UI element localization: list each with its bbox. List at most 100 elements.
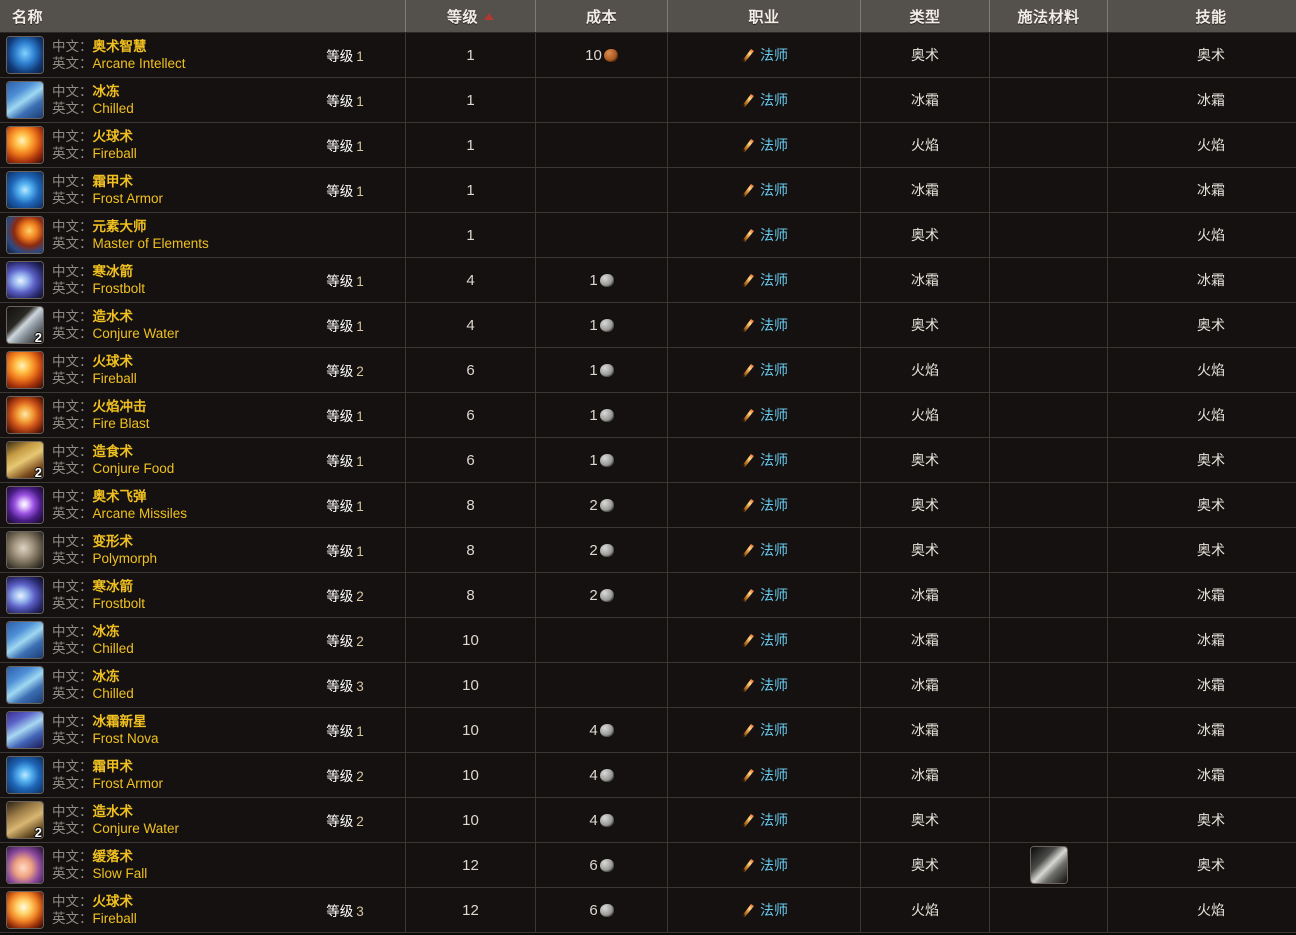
cell-class[interactable]: 法师: [667, 707, 861, 753]
fireball-icon[interactable]: [6, 351, 44, 389]
table-row[interactable]: 中文：火球术 英文：Fireball 等级 2 6 1 法师 火焰 火焰: [0, 347, 1296, 393]
cell-class[interactable]: 法师: [667, 842, 861, 888]
arcane-intellect-icon[interactable]: [6, 36, 44, 74]
cell-class[interactable]: 法师: [667, 77, 861, 123]
class-name: 法师: [760, 406, 788, 423]
cell-spell-name[interactable]: 中文：火焰冲击 英文：Fire Blast 等级 1: [0, 392, 406, 438]
cell-spell-name[interactable]: 中文：奥术智慧 英文：Arcane Intellect 等级 1: [0, 32, 406, 78]
frost-armor-icon[interactable]: [6, 171, 44, 209]
frostbolt-icon[interactable]: [6, 261, 44, 299]
arcane-missiles-icon[interactable]: [6, 486, 44, 524]
table-row[interactable]: 中文：变形术 英文：Polymorph 等级 1 8 2 法师 奥术 奥术: [0, 527, 1296, 573]
cell-class[interactable]: 法师: [667, 257, 861, 303]
table-row[interactable]: 中文：元素大师 英文：Master of Elements 1 法师 奥术 火焰: [0, 212, 1296, 258]
cell-spell-name[interactable]: 中文：冰冻 英文：Chilled 等级 2: [0, 617, 406, 663]
column-header-skill[interactable]: 技能: [1107, 0, 1296, 33]
table-row[interactable]: 中文：寒冰箭 英文：Frostbolt 等级 2 8 2 法师 冰霜 冰霜: [0, 572, 1296, 618]
cell-class[interactable]: 法师: [667, 212, 861, 258]
cell-class[interactable]: 法师: [667, 437, 861, 483]
cell-class[interactable]: 法师: [667, 32, 861, 78]
spell-name-wrapper: 中文：奥术飞弹 英文：Arcane Missiles 等级 1: [6, 486, 399, 524]
cell-class[interactable]: 法师: [667, 797, 861, 843]
chilled-icon[interactable]: [6, 81, 44, 119]
skill-value: 奥术: [1197, 857, 1225, 873]
column-header-cost[interactable]: 成本: [535, 0, 668, 33]
cell-spell-name[interactable]: 2 中文：造食术 英文：Conjure Food 等级 1: [0, 437, 406, 483]
cell-spell-name[interactable]: 中文：霜甲术 英文：Frost Armor 等级 1: [0, 167, 406, 213]
rank-number: 1: [356, 94, 364, 109]
cell-class[interactable]: 法师: [667, 752, 861, 798]
table-row[interactable]: 中文：霜甲术 英文：Frost Armor 等级 1 1 法师 冰霜 冰霜: [0, 167, 1296, 213]
cell-class[interactable]: 法师: [667, 167, 861, 213]
column-header-class[interactable]: 职业: [667, 0, 861, 33]
cell-spell-name[interactable]: 2 中文：造水术 英文：Conjure Water 等级 2: [0, 797, 406, 843]
cell-cost: 1: [535, 302, 668, 348]
conjure-food-icon[interactable]: 2: [6, 441, 44, 479]
table-row[interactable]: 中文：缓落术 英文：Slow Fall 12 6 法师 奥术 奥术: [0, 842, 1296, 888]
cell-spell-name[interactable]: 中文：元素大师 英文：Master of Elements: [0, 212, 406, 258]
table-row[interactable]: 中文：火球术 英文：Fireball 等级 1 1 法师 火焰 火焰: [0, 122, 1296, 168]
master-of-elements-icon[interactable]: [6, 216, 44, 254]
table-row[interactable]: 中文：冰霜新星 英文：Frost Nova 等级 1 10 4 法师 冰霜 冰霜: [0, 707, 1296, 753]
table-row[interactable]: 中文：冰冻 英文：Chilled 等级 2 10 法师 冰霜 冰霜: [0, 617, 1296, 663]
table-row[interactable]: 2 中文：造水术 英文：Conjure Water 等级 1 4 1 法师 奥术 奥术: [0, 302, 1296, 348]
cell-class[interactable]: 法师: [667, 122, 861, 168]
spell-name-wrapper: 中文：寒冰箭 英文：Frostbolt 等级 2: [6, 576, 399, 614]
cell-class[interactable]: 法师: [667, 527, 861, 573]
chilled-icon[interactable]: [6, 621, 44, 659]
fireball-icon[interactable]: [6, 891, 44, 929]
table-row[interactable]: 中文：霜甲术 英文：Frost Armor 等级 2 10 4 法师 冰霜 冰霜: [0, 752, 1296, 798]
spell-name-texts: 中文：寒冰箭 英文：Frostbolt: [52, 578, 283, 612]
chilled-icon[interactable]: [6, 666, 44, 704]
cell-spell-name[interactable]: 中文：火球术 英文：Fireball 等级 3: [0, 887, 406, 933]
cn-label: 中文：: [52, 534, 93, 549]
en-label: 英文：: [52, 416, 93, 431]
cell-spell-name[interactable]: 中文：冰冻 英文：Chilled 等级 3: [0, 662, 406, 708]
cell-spell-name[interactable]: 中文：缓落术 英文：Slow Fall: [0, 842, 406, 888]
cell-spell-name[interactable]: 中文：霜甲术 英文：Frost Armor 等级 2: [0, 752, 406, 798]
cell-spell-name[interactable]: 中文：奥术飞弹 英文：Arcane Missiles 等级 1: [0, 482, 406, 528]
cell-spell-name[interactable]: 中文：寒冰箭 英文：Frostbolt 等级 2: [0, 572, 406, 618]
polymorph-icon[interactable]: [6, 531, 44, 569]
cell-class[interactable]: 法师: [667, 572, 861, 618]
cell-spell-name[interactable]: 中文：火球术 英文：Fireball 等级 1: [0, 122, 406, 168]
column-header-name[interactable]: 名称: [0, 0, 406, 33]
class-name: 法师: [760, 181, 788, 198]
cell-class[interactable]: 法师: [667, 302, 861, 348]
frost-nova-icon[interactable]: [6, 711, 44, 749]
cell-class[interactable]: 法师: [667, 482, 861, 528]
frost-armor-icon[interactable]: [6, 756, 44, 794]
column-header-level[interactable]: 等级: [405, 0, 536, 33]
column-header-type[interactable]: 类型: [860, 0, 990, 33]
cell-class[interactable]: 法师: [667, 617, 861, 663]
cell-class[interactable]: 法师: [667, 347, 861, 393]
cell-class[interactable]: 法师: [667, 662, 861, 708]
frostbolt-icon[interactable]: [6, 576, 44, 614]
light-feather-icon[interactable]: [1029, 846, 1068, 884]
cell-spell-name[interactable]: 中文：冰冻 英文：Chilled 等级 1: [0, 77, 406, 123]
fire-blast-icon[interactable]: [6, 396, 44, 434]
table-row[interactable]: 中文：冰冻 英文：Chilled 等级 3 10 法师 冰霜 冰霜: [0, 662, 1296, 708]
cell-class[interactable]: 法师: [667, 887, 861, 933]
cell-class[interactable]: 法师: [667, 392, 861, 438]
cell-spell-name[interactable]: 2 中文：造水术 英文：Conjure Water 等级 1: [0, 302, 406, 348]
table-row[interactable]: 2 中文：造水术 英文：Conjure Water 等级 2 10 4 法师 奥术 奥术: [0, 797, 1296, 843]
table-row[interactable]: 中文：冰冻 英文：Chilled 等级 1 1 法师 冰霜 冰霜: [0, 77, 1296, 123]
column-header-reagent[interactable]: 施法材料: [989, 0, 1108, 33]
cell-spell-name[interactable]: 中文：火球术 英文：Fireball 等级 2: [0, 347, 406, 393]
cell-skill: 火焰: [1107, 887, 1296, 933]
type-value: 奥术: [911, 317, 939, 333]
cell-spell-name[interactable]: 中文：冰霜新星 英文：Frost Nova 等级 1: [0, 707, 406, 753]
conjure-water-icon[interactable]: 2: [6, 306, 44, 344]
table-row[interactable]: 中文：寒冰箭 英文：Frostbolt 等级 1 4 1 法师 冰霜 冰霜: [0, 257, 1296, 303]
table-row[interactable]: 中文：奥术飞弹 英文：Arcane Missiles 等级 1 8 2 法师 奥术 奥术: [0, 482, 1296, 528]
slow-fall-icon[interactable]: [6, 846, 44, 884]
table-row[interactable]: 2 中文：造食术 英文：Conjure Food 等级 1 6 1 法师 奥术 奥术: [0, 437, 1296, 483]
conjure-water-icon[interactable]: 2: [6, 801, 44, 839]
fireball-icon[interactable]: [6, 126, 44, 164]
table-row[interactable]: 中文：火焰冲击 英文：Fire Blast 等级 1 6 1 法师 火焰 火焰: [0, 392, 1296, 438]
cell-spell-name[interactable]: 中文：寒冰箭 英文：Frostbolt 等级 1: [0, 257, 406, 303]
cell-spell-name[interactable]: 中文：变形术 英文：Polymorph 等级 1: [0, 527, 406, 573]
table-row[interactable]: 中文：奥术智慧 英文：Arcane Intellect 等级 1 1 10 法师 奥术 奥术: [0, 32, 1296, 78]
table-row[interactable]: 中文：火球术 英文：Fireball 等级 3 12 6 法师 火焰 火焰: [0, 887, 1296, 933]
